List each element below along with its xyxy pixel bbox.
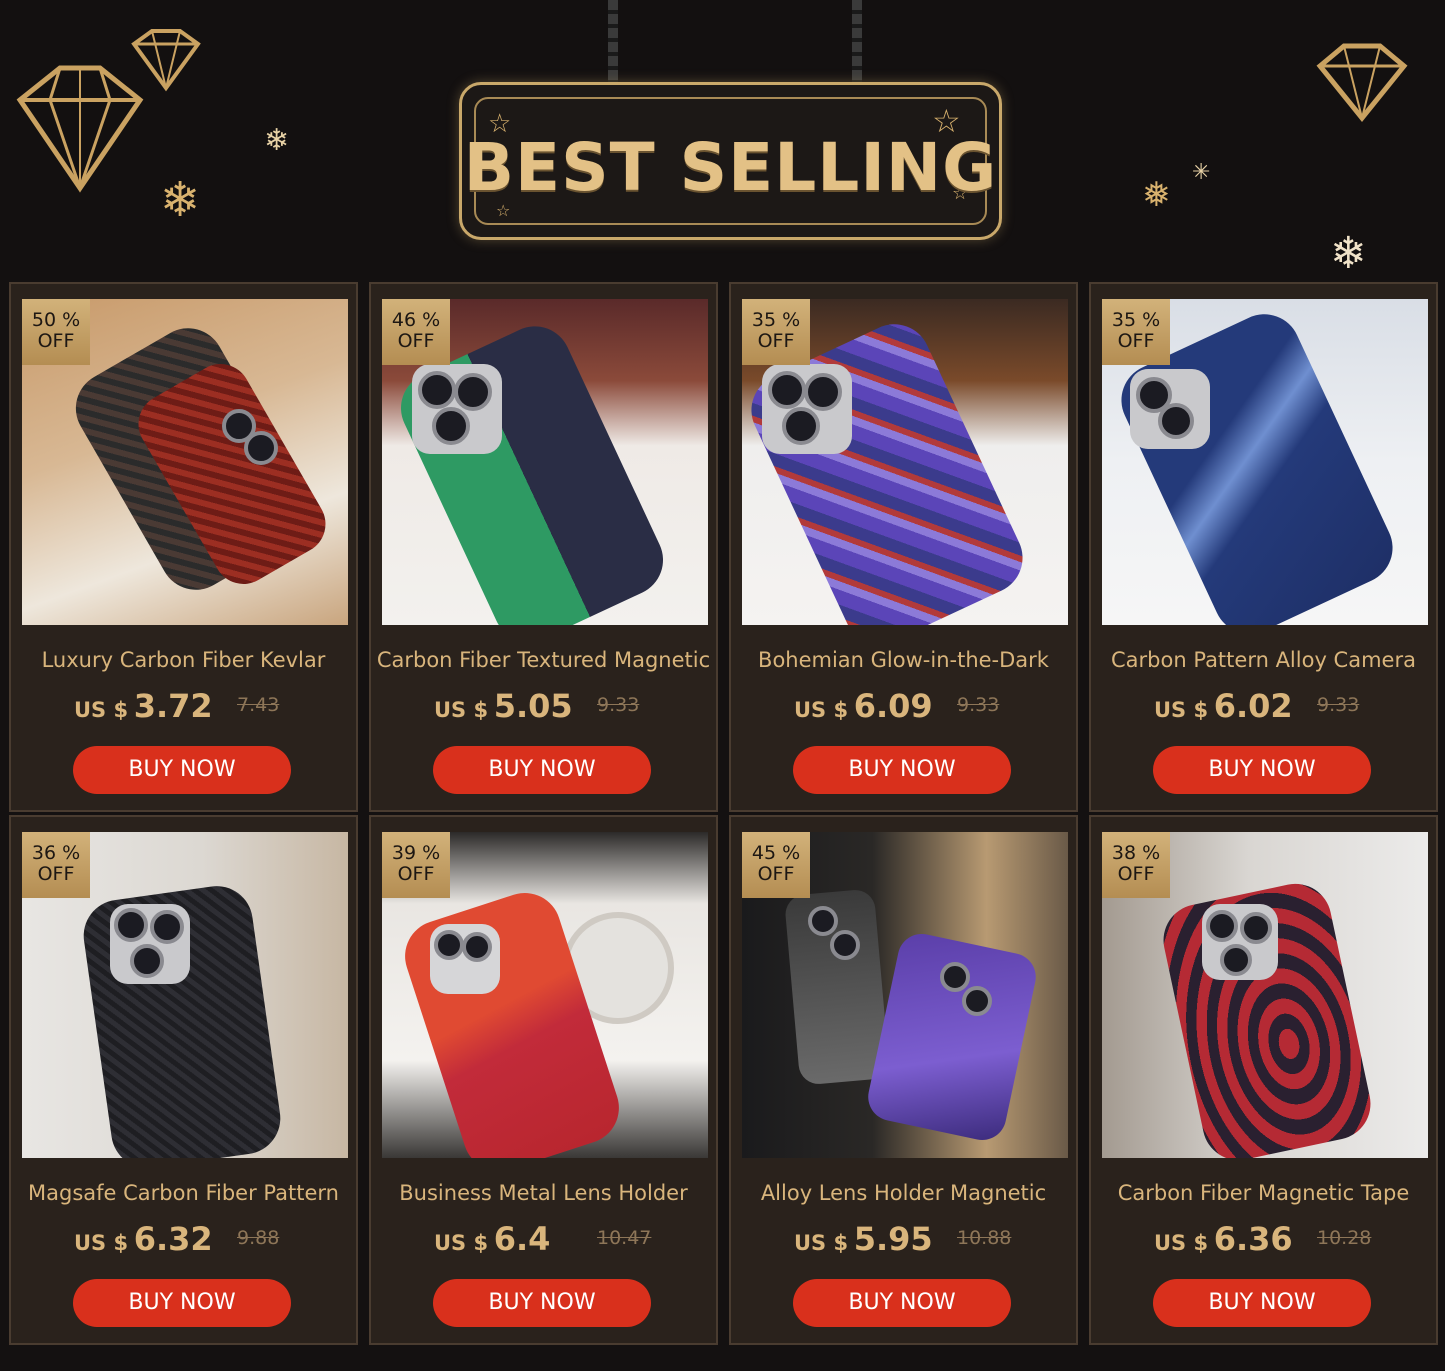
buy-now-button[interactable]: BUY NOW [73, 1279, 291, 1327]
original-price: 9.33 [1317, 694, 1360, 716]
original-price: 10.47 [597, 1227, 652, 1249]
product-image[interactable]: 35 % OFF [742, 299, 1068, 625]
product-title[interactable]: Business Metal Lens Holder [371, 1181, 716, 1205]
discount-badge: 38 % OFF [1102, 832, 1170, 898]
snowflake-icon: ❄ [264, 123, 290, 158]
small-diamond-ornament-icon [131, 29, 201, 92]
product-image[interactable]: 46 % OFF [382, 299, 708, 625]
buy-now-button[interactable]: BUY NOW [433, 1279, 651, 1327]
snowflake-icon: ❅ [1142, 175, 1171, 215]
discount-badge: 39 % OFF [382, 832, 450, 898]
product-image[interactable]: 38 % OFF [1102, 832, 1428, 1158]
buy-now-button[interactable]: BUY NOW [73, 746, 291, 794]
banner-title: BEST SELLING [463, 129, 998, 206]
product-card[interactable]: 38 % OFF Carbon Fiber Magnetic Tape US $ … [1089, 815, 1438, 1345]
snowflake-icon: ❄ [1330, 228, 1367, 279]
product-card[interactable]: 50 % OFF Luxury Carbon Fiber Kevlar US $ … [9, 282, 358, 812]
best-selling-banner: ❄ ❄ ❅ ✳ ❄ ☆ ☆ ☆ ☆ BEST SELLING [0, 0, 1445, 280]
product-price: US $ 6.4 [434, 1220, 551, 1258]
product-card[interactable]: 35 % OFF Bohemian Glow-in-the-Dark US $ 6… [729, 282, 1078, 812]
buy-now-button[interactable]: BUY NOW [433, 746, 651, 794]
discount-badge: 45 % OFF [742, 832, 810, 898]
product-price: US $ 6.32 [74, 1220, 213, 1258]
right-diamond-ornament-icon [1316, 43, 1408, 122]
product-image[interactable]: 50 % OFF [22, 299, 348, 625]
snowflake-icon: ❄ [160, 172, 201, 228]
product-title[interactable]: Carbon Pattern Alloy Camera [1091, 648, 1436, 672]
buy-now-button[interactable]: BUY NOW [1153, 1279, 1371, 1327]
product-title[interactable]: Alloy Lens Holder Magnetic [731, 1181, 1076, 1205]
product-title[interactable]: Carbon Fiber Textured Magnetic [371, 648, 716, 672]
sign-chain-left [608, 0, 618, 90]
product-price: US $ 5.95 [794, 1220, 933, 1258]
product-price: US $ 6.36 [1154, 1220, 1293, 1258]
original-price: 9.33 [597, 694, 640, 716]
product-image[interactable]: 35 % OFF [1102, 299, 1428, 625]
discount-badge: 35 % OFF [1102, 299, 1170, 365]
product-price: US $ 6.09 [794, 687, 933, 725]
product-card[interactable]: 35 % OFF Carbon Pattern Alloy Camera US $… [1089, 282, 1438, 812]
original-price: 9.33 [957, 694, 1000, 716]
original-price: 10.88 [957, 1227, 1012, 1249]
discount-badge: 36 % OFF [22, 832, 90, 898]
product-image[interactable]: 45 % OFF [742, 832, 1068, 1158]
original-price: 7.43 [237, 694, 280, 716]
product-title[interactable]: Magsafe Carbon Fiber Pattern [11, 1181, 356, 1205]
product-card[interactable]: 39 % OFF Business Metal Lens Holder US $ … [369, 815, 718, 1345]
product-title[interactable]: Luxury Carbon Fiber Kevlar [11, 648, 356, 672]
snowflake-icon: ✳ [1192, 160, 1211, 185]
product-title[interactable]: Carbon Fiber Magnetic Tape [1091, 1181, 1436, 1205]
buy-now-button[interactable]: BUY NOW [793, 746, 1011, 794]
best-selling-sign: ☆ ☆ ☆ ☆ BEST SELLING [459, 82, 1002, 240]
buy-now-button[interactable]: BUY NOW [793, 1279, 1011, 1327]
product-card[interactable]: 46 % OFF Carbon Fiber Textured Magnetic U… [369, 282, 718, 812]
discount-badge: 50 % OFF [22, 299, 90, 365]
product-card[interactable]: 45 % OFF Alloy Lens Holder Magnetic US $ … [729, 815, 1078, 1345]
discount-badge: 46 % OFF [382, 299, 450, 365]
product-title[interactable]: Bohemian Glow-in-the-Dark [731, 648, 1076, 672]
product-price: US $ 5.05 [434, 687, 573, 725]
discount-badge: 35 % OFF [742, 299, 810, 365]
buy-now-button[interactable]: BUY NOW [1153, 746, 1371, 794]
original-price: 9.88 [237, 1227, 280, 1249]
original-price: 10.28 [1317, 1227, 1372, 1249]
product-price: US $ 3.72 [74, 687, 213, 725]
product-image[interactable]: 36 % OFF [22, 832, 348, 1158]
product-image[interactable]: 39 % OFF [382, 832, 708, 1158]
product-card[interactable]: 36 % OFF Magsafe Carbon Fiber Pattern US … [9, 815, 358, 1345]
sign-chain-right [852, 0, 862, 90]
product-price: US $ 6.02 [1154, 687, 1293, 725]
